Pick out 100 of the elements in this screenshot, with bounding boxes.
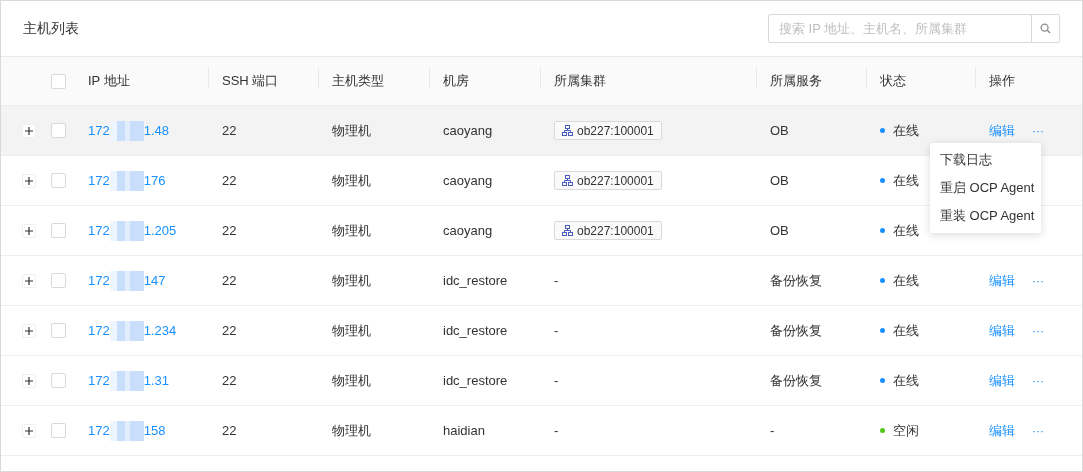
table-cell: OB	[770, 173, 789, 188]
redaction-blur	[109, 170, 144, 191]
table-cell: 物理机	[332, 171, 371, 190]
redaction-blur	[109, 270, 144, 291]
expand-button[interactable]	[22, 223, 36, 238]
expand-button[interactable]	[22, 123, 36, 138]
table-cell: 22	[222, 373, 237, 388]
expand-button[interactable]	[22, 273, 36, 288]
table-cell: 22	[222, 223, 237, 238]
column-header: SSH 端口	[222, 72, 279, 90]
table-cell: OB	[770, 223, 789, 238]
table-cell: idc_restore	[443, 273, 508, 288]
status-text: 在线	[893, 371, 919, 390]
ip-link[interactable]: 172 1.234	[88, 320, 177, 341]
more-button[interactable]: ···	[1032, 273, 1044, 288]
column-header: 机房	[443, 72, 469, 90]
table-cell: 22	[222, 323, 237, 338]
edit-link[interactable]: 编辑	[989, 121, 1015, 140]
ip-link[interactable]: 172 147	[88, 270, 166, 291]
redaction-blur	[109, 370, 144, 391]
checkbox[interactable]	[51, 423, 66, 438]
table-cell: 物理机	[332, 371, 371, 390]
ip-link[interactable]: 172 158	[88, 420, 166, 441]
table-cell: -	[554, 323, 559, 338]
checkbox[interactable]	[51, 173, 66, 188]
column-header: 所属服务	[770, 72, 822, 90]
more-button[interactable]: ···	[1032, 373, 1044, 388]
edit-link[interactable]: 编辑	[989, 421, 1015, 440]
status-text: 在线	[893, 121, 919, 140]
checkbox[interactable]	[51, 323, 66, 338]
page-title: 主机列表	[23, 19, 79, 38]
edit-link[interactable]: 编辑	[989, 271, 1015, 290]
hierarchy-icon	[562, 225, 573, 236]
column-header: 主机类型	[332, 72, 384, 90]
checkbox[interactable]	[51, 373, 66, 388]
column-header: 所属集群	[554, 72, 606, 90]
table-cell: 备份恢复	[770, 371, 822, 390]
table-cell: 22	[222, 423, 237, 438]
redaction-blur	[109, 120, 144, 141]
redaction-blur	[109, 420, 144, 441]
table-cell: idc_restore	[443, 373, 508, 388]
expand-button[interactable]	[22, 423, 36, 438]
search-icon	[1040, 23, 1051, 34]
ip-link[interactable]: 172 1.31	[88, 370, 169, 391]
table-cell: 物理机	[332, 121, 371, 140]
table-cell: -	[554, 273, 559, 288]
search-button[interactable]	[1032, 14, 1060, 43]
status-text: 在线	[893, 171, 919, 190]
status-text: 空闲	[893, 421, 919, 440]
ip-link[interactable]: 172 176	[88, 170, 166, 191]
checkbox[interactable]	[51, 223, 66, 238]
table-cell: 物理机	[332, 271, 371, 290]
table-cell: OB	[770, 123, 789, 138]
table-cell: -	[554, 423, 559, 438]
column-header: IP 地址	[88, 72, 130, 90]
table-row[interactable]: 172 1.234 22 物理机 idc_restore - 备份恢复 在线 编辑 ···	[1, 306, 1082, 356]
table-row[interactable]: 172 147 22 物理机 idc_restore - 备份恢复 在线 编辑 ···	[1, 256, 1082, 306]
edit-link[interactable]: 编辑	[989, 371, 1015, 390]
checkbox[interactable]	[51, 123, 66, 138]
table-cell: 物理机	[332, 221, 371, 240]
column-header: 状态	[880, 72, 906, 90]
hierarchy-icon	[562, 125, 573, 136]
edit-link[interactable]: 编辑	[989, 321, 1015, 340]
table-cell: 物理机	[332, 421, 371, 440]
table-cell: -	[770, 423, 775, 438]
more-button[interactable]: ···	[1032, 323, 1044, 338]
column-header: 操作	[989, 72, 1015, 90]
table-row[interactable]: 172 158 22 物理机 haidian - - 空闲 编辑 ···	[1, 406, 1082, 456]
table-row[interactable]: 172 1.31 22 物理机 idc_restore - 备份恢复 在线 编辑 ···	[1, 356, 1082, 406]
checkbox[interactable]	[51, 73, 66, 89]
search-field[interactable]: 搜索 IP 地址、主机名、所属集群	[768, 14, 1032, 43]
table-cell: caoyang	[443, 173, 493, 188]
cluster-tag: ob227:100001	[554, 121, 662, 140]
checkbox[interactable]	[51, 273, 66, 288]
more-button[interactable]: ···	[1032, 123, 1044, 138]
ip-link[interactable]: 172 1.205	[88, 220, 177, 241]
expand-button[interactable]	[22, 323, 36, 338]
table-cell: haidian	[443, 423, 485, 438]
table-cell: 22	[222, 123, 237, 138]
redaction-blur	[109, 220, 144, 241]
ip-link[interactable]: 172 1.48	[88, 120, 169, 141]
table-cell: 22	[222, 173, 237, 188]
table-cell: 22	[222, 273, 237, 288]
table-cell: caoyang	[443, 223, 493, 238]
expand-button[interactable]	[22, 173, 36, 188]
expand-button[interactable]	[22, 373, 36, 388]
status-text: 在线	[893, 321, 919, 340]
cluster-tag: ob227:100001	[554, 221, 662, 240]
more-button[interactable]: ···	[1032, 423, 1044, 438]
table-cell: 物理机	[332, 321, 371, 340]
table-cell: caoyang	[443, 123, 493, 138]
hierarchy-icon	[562, 175, 573, 186]
table-cell: idc_restore	[443, 323, 508, 338]
menu-item[interactable]: 重启 OCP Agent	[930, 174, 1041, 202]
table-cell: 备份恢复	[770, 271, 822, 290]
status-text: 在线	[893, 221, 919, 240]
status-text: 在线	[893, 271, 919, 290]
redaction-blur	[109, 320, 144, 341]
table-cell: 备份恢复	[770, 321, 822, 340]
table-cell: -	[554, 373, 559, 388]
